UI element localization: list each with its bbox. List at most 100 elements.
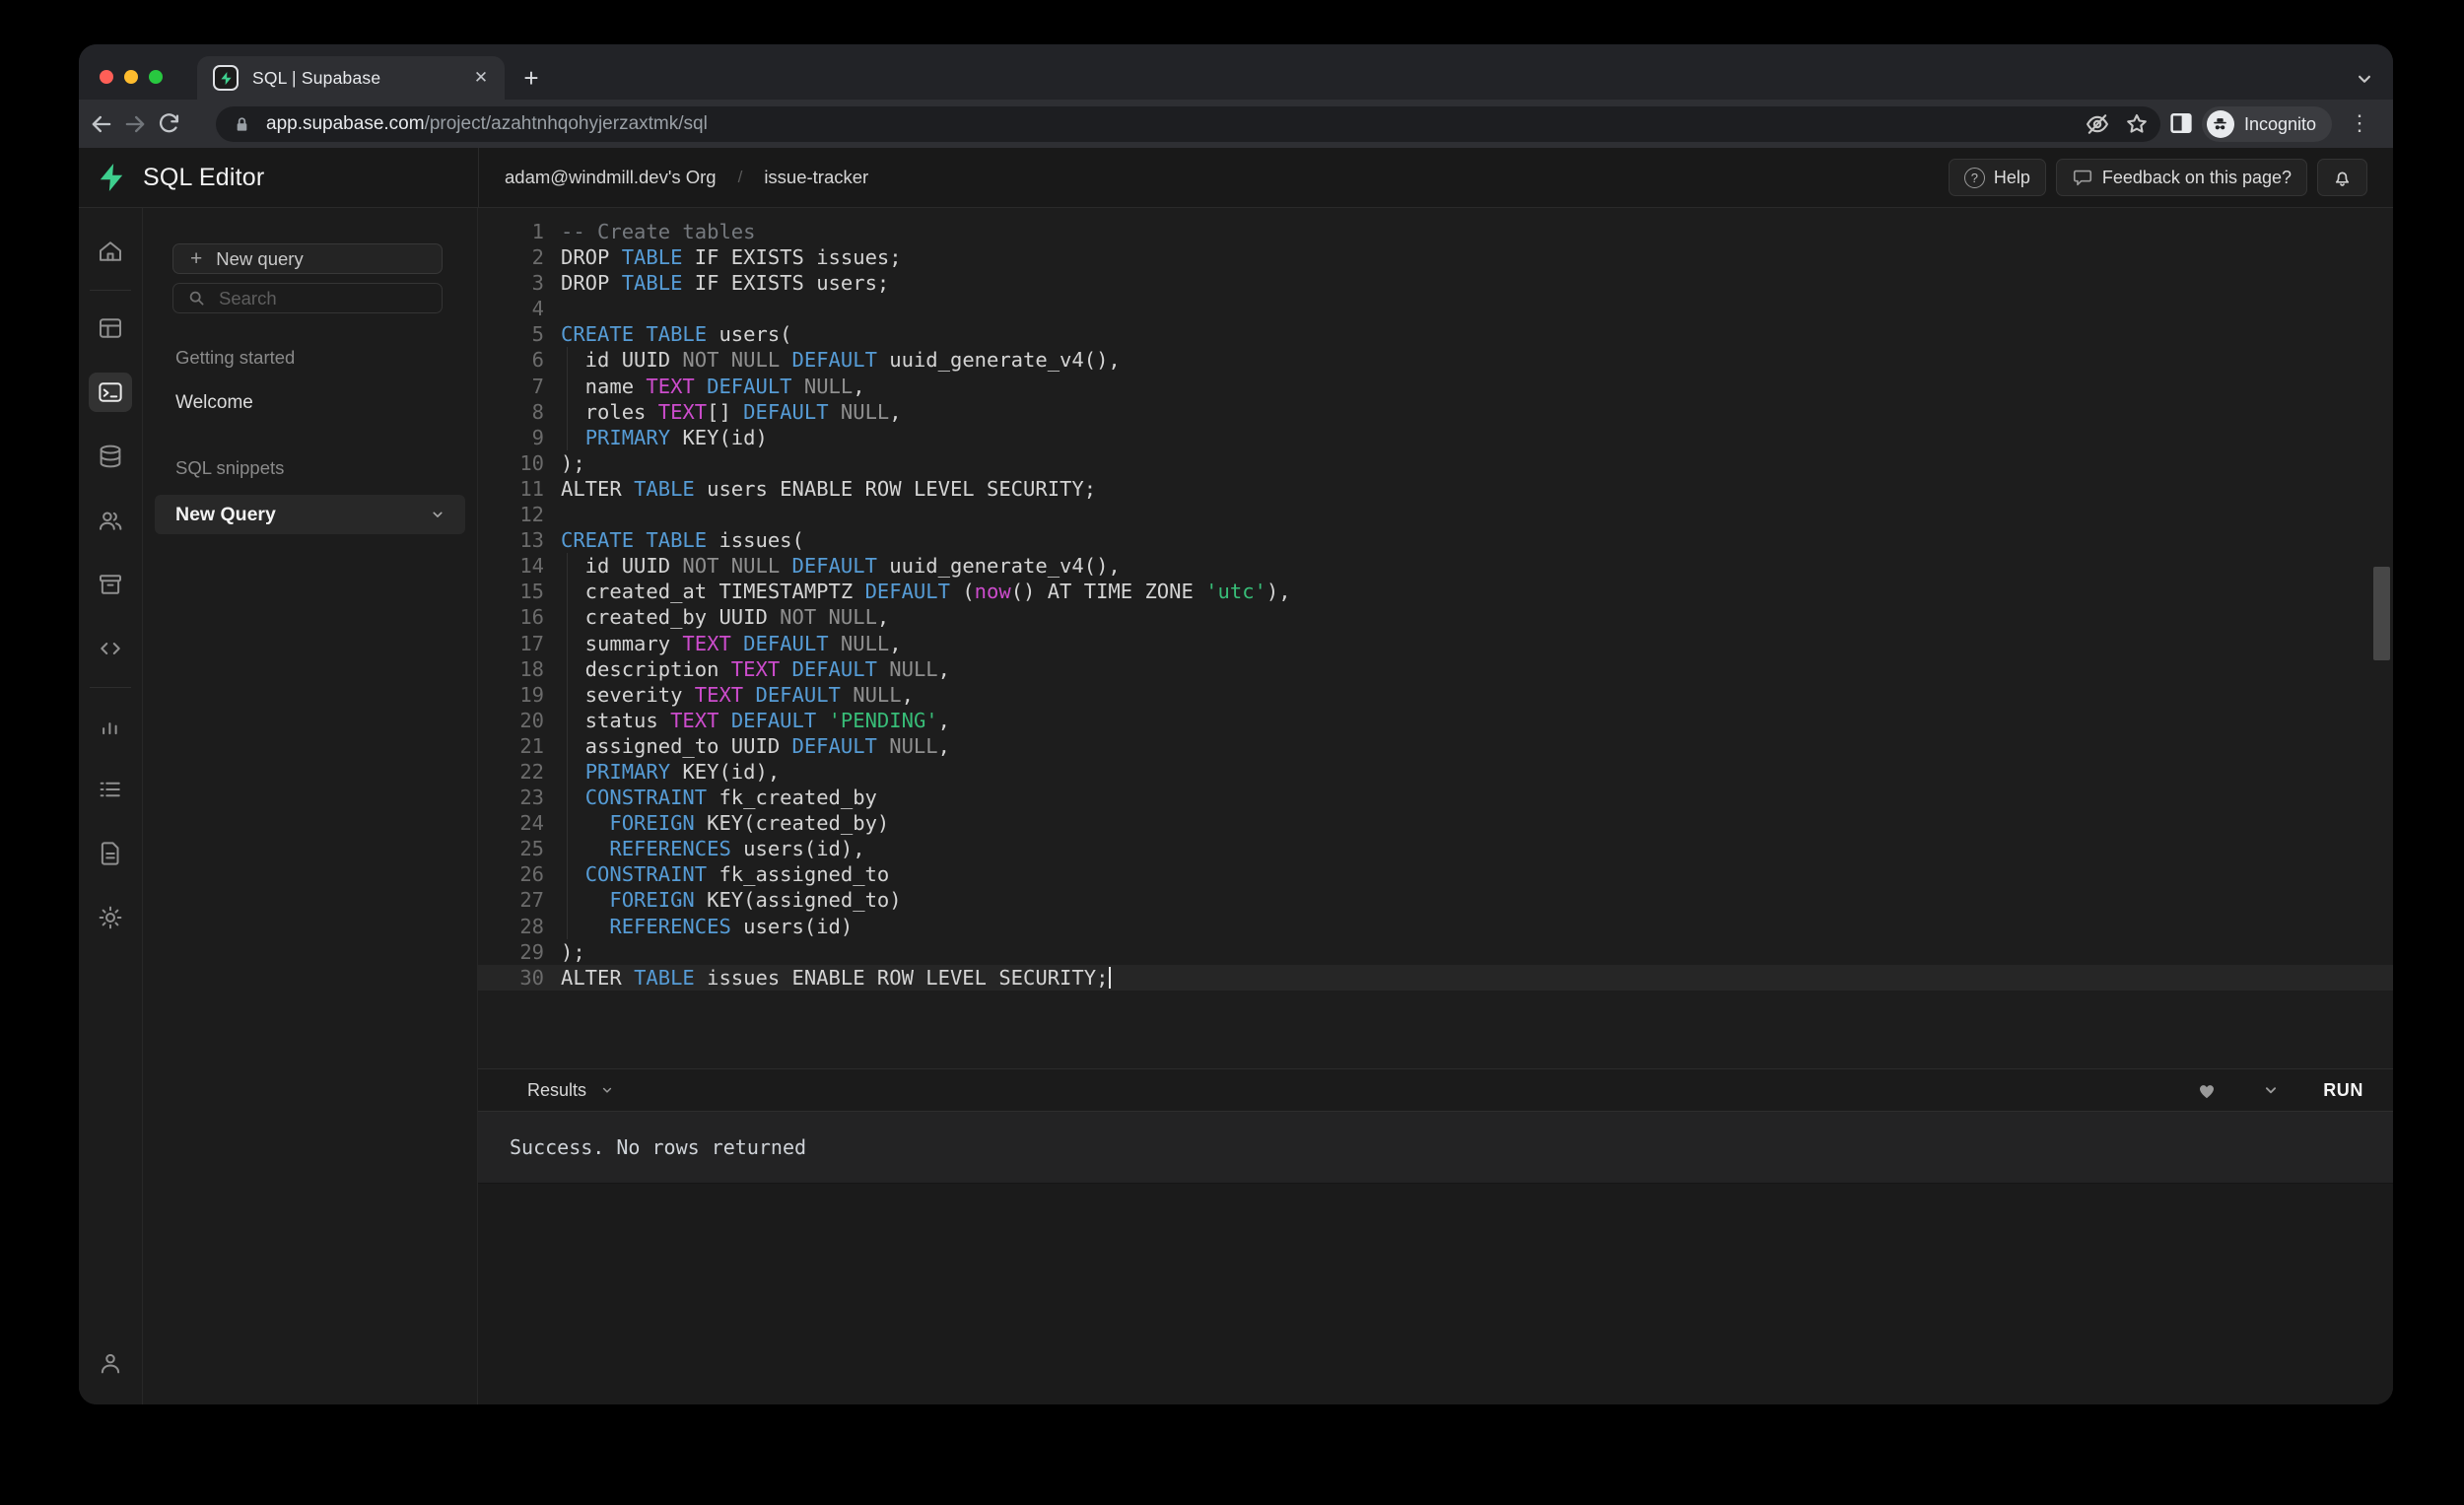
bookmark-star-icon[interactable] (2123, 110, 2151, 138)
code-line[interactable]: 17 summary TEXT DEFAULT NULL, (478, 631, 2393, 656)
search-input[interactable]: Search (172, 283, 443, 313)
notifications-button[interactable] (2317, 159, 2367, 196)
reload-icon[interactable] (152, 107, 185, 141)
sidebar-item-logs[interactable] (89, 770, 132, 809)
run-button[interactable]: RUN (2323, 1080, 2363, 1101)
editor-scrollbar[interactable] (2373, 567, 2390, 660)
sidebar-item-project-settings[interactable] (89, 898, 132, 937)
code-line[interactable]: 22 PRIMARY KEY(id), (478, 759, 2393, 785)
code-text: ); (561, 939, 585, 965)
tab-title: SQL | Supabase (252, 68, 380, 89)
code-line[interactable]: 21 assigned_to UUID DEFAULT NULL, (478, 733, 2393, 759)
code-line[interactable]: 26 CONSTRAINT fk_assigned_to (478, 861, 2393, 887)
code-line[interactable]: 19 severity TEXT DEFAULT NULL, (478, 682, 2393, 708)
code-line[interactable]: 9 PRIMARY KEY(id) (478, 425, 2393, 450)
code-line[interactable]: 6 id UUID NOT NULL DEFAULT uuid_generate… (478, 347, 2393, 373)
code-line[interactable]: 11ALTER TABLE users ENABLE ROW LEVEL SEC… (478, 476, 2393, 502)
results-empty-area (478, 1183, 2393, 1404)
code-line[interactable]: 18 description TEXT DEFAULT NULL, (478, 656, 2393, 682)
line-number: 7 (478, 374, 544, 399)
run-options-chevron-icon[interactable] (2260, 1079, 2282, 1101)
close-window-button[interactable] (100, 70, 113, 84)
tab-close-icon[interactable]: ✕ (467, 64, 495, 92)
breadcrumb-org[interactable]: adam@windmill.dev's Org (505, 167, 717, 188)
code-text: CREATE TABLE users( (561, 321, 792, 347)
sidebar-item-home[interactable] (89, 232, 132, 271)
code-line[interactable]: 15 created_at TIMESTAMPTZ DEFAULT (now()… (478, 579, 2393, 604)
incognito-label: Incognito (2244, 114, 2316, 135)
code-line[interactable]: 20 status TEXT DEFAULT 'PENDING', (478, 708, 2393, 733)
code-line[interactable]: 24 FOREIGN KEY(created_by) (478, 810, 2393, 836)
supabase-logo-icon[interactable] (79, 162, 143, 193)
window-controls (100, 70, 163, 84)
minimize-window-button[interactable] (124, 70, 138, 84)
code-line[interactable]: 14 id UUID NOT NULL DEFAULT uuid_generat… (478, 553, 2393, 579)
api-docs-icon (96, 839, 125, 868)
code-line[interactable]: 2DROP TABLE IF EXISTS issues; (478, 244, 2393, 270)
code-line[interactable]: 25 REFERENCES users(id), (478, 836, 2393, 861)
code-line[interactable]: 12 (478, 502, 2393, 527)
code-line[interactable]: 28 REFERENCES users(id) (478, 914, 2393, 939)
sidebar-item-edge-functions[interactable] (89, 629, 132, 668)
code-line[interactable]: 7 name TEXT DEFAULT NULL, (478, 374, 2393, 399)
tab-search-chevron-icon[interactable] (2352, 66, 2377, 92)
code-line[interactable]: 3DROP TABLE IF EXISTS users; (478, 270, 2393, 296)
browser-toolbar: app.supabase.com/project/azahtnhqohyjerz… (79, 100, 2393, 148)
code-editor[interactable]: 1-- Create tables2DROP TABLE IF EXISTS i… (478, 208, 2393, 1068)
text-cursor (1109, 967, 1111, 989)
code-line[interactable]: 4 (478, 296, 2393, 321)
code-line[interactable]: 27 FOREIGN KEY(assigned_to) (478, 887, 2393, 913)
code-line[interactable]: 10); (478, 450, 2393, 476)
section-getting-started: Getting started (175, 347, 477, 369)
code-line[interactable]: 1-- Create tables (478, 219, 2393, 244)
code-line[interactable]: 30ALTER TABLE issues ENABLE ROW LEVEL SE… (478, 965, 2393, 991)
code-text: id UUID NOT NULL DEFAULT uuid_generate_v… (561, 347, 1121, 373)
help-button[interactable]: ? Help (1949, 159, 2046, 196)
chevron-down-icon[interactable] (428, 505, 447, 524)
rail-divider (90, 290, 131, 291)
search-placeholder: Search (219, 288, 277, 309)
line-number: 10 (478, 450, 544, 476)
forward-icon[interactable] (118, 107, 152, 141)
browser-window: SQL | Supabase ✕ + (79, 44, 2393, 1404)
browser-menu-icon[interactable]: ⋮ (2346, 109, 2373, 137)
new-query-button[interactable]: + New query (172, 243, 443, 274)
sidebar-item-api-docs[interactable] (89, 834, 132, 873)
sidebar-item-new-query[interactable]: New Query (155, 495, 465, 534)
line-number: 15 (478, 579, 544, 604)
sidebar-item-sql-editor[interactable] (89, 373, 132, 412)
back-icon[interactable] (85, 107, 118, 141)
line-number: 18 (478, 656, 544, 682)
code-line[interactable]: 8 roles TEXT[] DEFAULT NULL, (478, 399, 2393, 425)
code-line[interactable]: 29); (478, 939, 2393, 965)
sql-editor-sidebar: + New query Search Getting started Welco… (143, 208, 478, 1404)
new-tab-button[interactable]: + (515, 62, 547, 94)
zoom-window-button[interactable] (149, 70, 163, 84)
code-line[interactable]: 16 created_by UUID NOT NULL, (478, 604, 2393, 630)
code-text: FOREIGN KEY(created_by) (561, 810, 889, 836)
app-content: + New query Search Getting started Welco… (79, 208, 2393, 1404)
code-text: REFERENCES users(id) (561, 914, 853, 939)
sidebar-item-account[interactable] (89, 1343, 132, 1383)
line-number: 22 (478, 759, 544, 785)
sidebar-item-table-editor[interactable] (89, 308, 132, 348)
code-line[interactable]: 5CREATE TABLE users( (478, 321, 2393, 347)
password-hidden-icon[interactable] (2084, 110, 2111, 138)
address-bar[interactable]: app.supabase.com/project/azahtnhqohyjerz… (216, 106, 2160, 142)
browser-tab[interactable]: SQL | Supabase ✕ (197, 56, 505, 100)
sidebar-item-storage[interactable] (89, 565, 132, 604)
sidebar-item-database[interactable] (89, 437, 132, 476)
side-panel-icon[interactable] (2166, 108, 2196, 138)
sidebar-item-reports[interactable] (89, 706, 132, 745)
breadcrumb-project[interactable]: issue-tracker (764, 167, 868, 188)
sidebar-item-authentication[interactable] (89, 501, 132, 540)
line-number: 27 (478, 887, 544, 913)
line-number: 14 (478, 553, 544, 579)
code-line[interactable]: 13CREATE TABLE issues( (478, 527, 2393, 553)
feedback-button[interactable]: Feedback on this page? (2056, 159, 2307, 196)
results-dropdown[interactable]: Results (527, 1080, 616, 1101)
sidebar-item-welcome[interactable]: Welcome (175, 392, 477, 414)
code-line[interactable]: 23 CONSTRAINT fk_created_by (478, 785, 2393, 810)
favorite-heart-icon[interactable] (2195, 1078, 2219, 1102)
line-number: 30 (478, 965, 544, 991)
